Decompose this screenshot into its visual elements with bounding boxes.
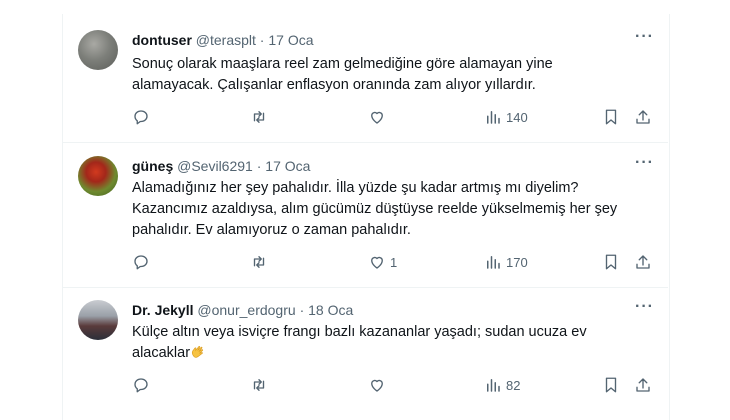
tweet-actions: 140 xyxy=(132,108,652,130)
reply-icon xyxy=(134,110,148,125)
bookmark-icon xyxy=(605,254,617,270)
tweet-text-line: Külçe altın veya isviçre frangı bazlı ka… xyxy=(132,324,587,340)
views-count: 170 xyxy=(506,254,528,270)
share-button[interactable] xyxy=(634,108,652,126)
avatar[interactable] xyxy=(78,300,118,340)
tweet-header: dontuser @terasplt · 17 Oca xyxy=(132,32,314,48)
user-handle[interactable]: @terasplt xyxy=(196,32,256,48)
clapping-hands-emoji xyxy=(191,345,204,358)
tweet-actions: 82 xyxy=(132,376,652,398)
like-icon xyxy=(371,256,383,269)
views-icon xyxy=(487,111,500,124)
tweet-date[interactable]: 18 Oca xyxy=(308,302,353,318)
more-icon[interactable]: ··· xyxy=(635,298,654,316)
bookmark-icon xyxy=(605,109,617,125)
more-icon[interactable]: ··· xyxy=(635,28,654,46)
tweet-header: güneş @Sevil6291 · 17 Oca xyxy=(132,158,310,174)
tweet[interactable]: dontuser @terasplt · 17 Oca ··· Sonuç ol… xyxy=(62,14,668,143)
views-icon xyxy=(487,379,500,392)
tweet[interactable]: güneş @Sevil6291 · 17 Oca ··· Alamadığın… xyxy=(62,142,668,288)
reply-button[interactable] xyxy=(132,376,150,394)
reply-button[interactable] xyxy=(132,253,150,271)
bookmark-button[interactable] xyxy=(602,253,620,271)
bookmark-button[interactable] xyxy=(602,376,620,394)
retweet-button[interactable] xyxy=(250,253,268,271)
reply-icon xyxy=(134,378,148,393)
tweet-text-line: Alamadığınız her şey pahalıdır. İlla yüz… xyxy=(132,180,579,196)
tweet-text: Sonuç olarak maaşlara reel zam gelmediği… xyxy=(132,54,632,96)
tweet-date[interactable]: 17 Oca xyxy=(265,158,310,174)
bookmark-button[interactable] xyxy=(602,108,620,126)
retweet-icon xyxy=(253,379,265,391)
share-icon xyxy=(636,378,650,392)
views-button[interactable]: 140 xyxy=(484,108,528,126)
reply-button[interactable] xyxy=(132,108,150,126)
views-count: 82 xyxy=(506,377,521,393)
tweet-date[interactable]: 17 Oca xyxy=(268,32,313,48)
reply-icon xyxy=(134,255,148,270)
tweet-text-line: alamayacak. Çalışanlar enflasyon oranınd… xyxy=(132,77,536,93)
tweet-actions: 1 170 xyxy=(132,253,652,275)
tweet-text-line: Sonuç olarak maaşlara reel zam gelmediği… xyxy=(132,56,553,72)
more-icon[interactable]: ··· xyxy=(635,154,654,172)
tweet-text-line-with-emoji: alacaklar xyxy=(132,343,652,364)
tweet-text: Külçe altın veya isviçre frangı bazlı ka… xyxy=(132,322,652,364)
views-button[interactable]: 82 xyxy=(484,376,520,394)
like-icon xyxy=(371,379,383,392)
tweet-header: Dr. Jekyll @onur_erdogru · 18 Oca xyxy=(132,302,353,318)
views-icon xyxy=(487,256,500,269)
user-handle[interactable]: @Sevil6291 xyxy=(177,158,253,174)
retweet-icon xyxy=(253,111,265,123)
avatar[interactable] xyxy=(78,156,118,196)
views-count: 140 xyxy=(506,109,528,125)
retweet-button[interactable] xyxy=(250,108,268,126)
tweet-text-line: Kazancımız azaldıysa, alım gücümüz düştü… xyxy=(132,201,618,217)
bookmark-icon xyxy=(605,377,617,393)
share-button[interactable] xyxy=(634,376,652,394)
retweet-button[interactable] xyxy=(250,376,268,394)
separator: · xyxy=(256,158,262,174)
user-handle[interactable]: @onur_erdogru xyxy=(197,302,295,318)
like-button[interactable] xyxy=(368,376,390,394)
user-name[interactable]: dontuser xyxy=(132,32,192,48)
tweet-text-fragment: alacaklar xyxy=(132,345,191,361)
tweet-text-line: pahalıdır. Ev alamıyoruz o zaman pahalıd… xyxy=(132,222,411,238)
share-icon xyxy=(636,110,650,124)
retweet-icon xyxy=(253,256,265,268)
separator: · xyxy=(299,302,305,318)
separator: · xyxy=(259,32,265,48)
like-count: 1 xyxy=(390,254,398,270)
like-icon xyxy=(371,111,383,124)
like-button[interactable]: 1 xyxy=(368,253,397,271)
share-icon xyxy=(636,255,650,269)
tweet[interactable]: Dr. Jekyll @onur_erdogru · 18 Oca ··· Kü… xyxy=(62,287,668,420)
user-name[interactable]: güneş xyxy=(132,158,173,174)
like-button[interactable] xyxy=(368,108,390,126)
views-button[interactable]: 170 xyxy=(484,253,528,271)
avatar[interactable] xyxy=(78,30,118,70)
share-button[interactable] xyxy=(634,253,652,271)
user-name[interactable]: Dr. Jekyll xyxy=(132,302,194,318)
tweet-text: Alamadığınız her şey pahalıdır. İlla yüz… xyxy=(132,178,652,241)
